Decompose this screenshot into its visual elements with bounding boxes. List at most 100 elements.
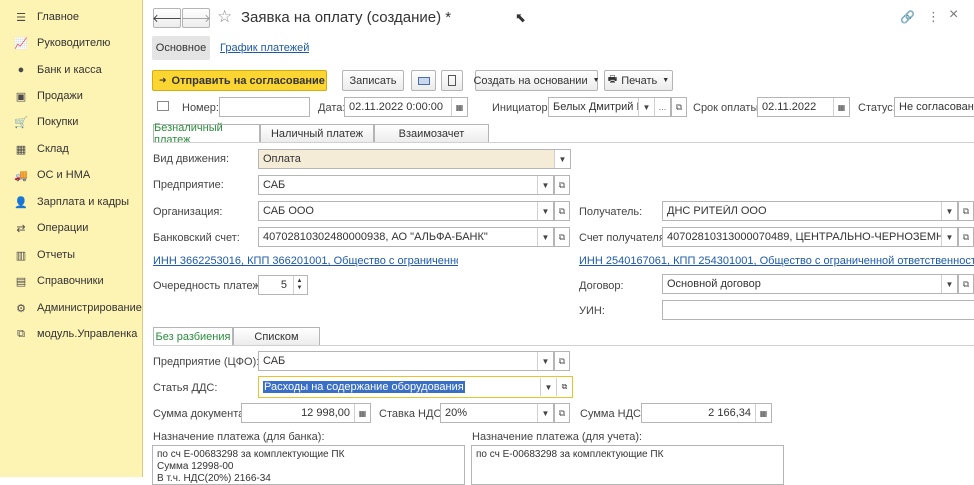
open-icon[interactable]: ⧉ xyxy=(556,378,572,396)
sidebar-item-sales[interactable]: ▣ Продажи xyxy=(0,85,143,107)
sidebar-item-label: Операции xyxy=(37,222,89,234)
stepper-icon[interactable]: ▲ ▼ xyxy=(293,276,305,294)
number-field[interactable] xyxy=(219,97,310,117)
recipient-label: Получатель: xyxy=(579,206,643,218)
chevron-down-icon[interactable]: ▼ xyxy=(638,98,654,116)
print-button[interactable]: 🖶 Печать ▼ xyxy=(604,70,673,91)
open-icon[interactable]: ⧉ xyxy=(554,227,570,247)
sidebar-item-main[interactable]: ☰ Главное xyxy=(0,6,143,28)
sidebar-item-warehouse[interactable]: ▦ Склад xyxy=(0,138,143,160)
open-icon[interactable]: ⧉ xyxy=(958,274,974,294)
tab-main[interactable]: Основное xyxy=(152,36,210,60)
chevron-down-icon: ▼ xyxy=(662,77,670,84)
open-icon[interactable]: ⧉ xyxy=(958,201,974,221)
enterprise-value: САБ xyxy=(263,179,286,191)
star-icon[interactable]: ☆ xyxy=(217,7,232,27)
chevron-down-icon[interactable]: ▼ xyxy=(537,202,553,220)
calendar-icon[interactable]: ▦ xyxy=(451,98,467,116)
recipient-field[interactable]: ДНС РИТЕЙЛ ООО ▼ xyxy=(662,201,958,221)
sidebar-item-purchases[interactable]: 🛒 Покупки xyxy=(0,111,143,133)
more-icon[interactable]: ⋮ xyxy=(927,9,940,25)
contract-field[interactable]: Основной договор ▼ xyxy=(662,274,958,294)
enterprise-field[interactable]: САБ ▼ xyxy=(258,175,554,195)
open-icon[interactable]: ⧉ xyxy=(554,351,570,371)
tab-no-split[interactable]: Без разбиения xyxy=(153,327,233,346)
close-icon[interactable]: × xyxy=(949,6,958,24)
dds-item-field[interactable]: Расходы на содержание оборудования ▼ ⧉ xyxy=(258,376,573,398)
tab-no-split-label: Без разбиения xyxy=(155,330,231,343)
sidebar-item-references[interactable]: ▤ Справочники xyxy=(0,270,143,292)
tab-cash-label: Наличный платеж xyxy=(270,127,364,140)
calculator-icon[interactable]: ▦ xyxy=(755,404,771,422)
save-button[interactable]: Записать xyxy=(342,70,404,91)
purpose-accounting-textarea[interactable]: по сч Е-00683298 за комплектующие ПК xyxy=(471,445,784,485)
tab-list[interactable]: Списком xyxy=(233,327,320,346)
calendar-icon[interactable]: ▦ xyxy=(833,98,849,116)
bank-account-label: Банковский счет: xyxy=(153,232,240,244)
calculator-icon[interactable]: ▦ xyxy=(354,404,370,422)
enterprise-label: Предприятие: xyxy=(153,179,224,191)
forward-button[interactable]: 🡒 xyxy=(181,8,211,28)
posting-button[interactable] xyxy=(411,70,436,91)
purpose-bank-line: по сч Е-00683298 за комплектующие ПК xyxy=(157,449,345,460)
back-button[interactable]: 🡐 xyxy=(152,8,182,28)
sidebar-item-module[interactable]: ⧉ модуль.Управленка xyxy=(0,323,143,345)
tab-netting[interactable]: Взаимозачет xyxy=(374,124,489,143)
recipient-account-field[interactable]: 40702810313000070489, ЦЕНТРАЛЬНО-ЧЕРНОЗЕ… xyxy=(662,227,958,247)
due-date-field[interactable]: 02.11.2022 ▦ xyxy=(757,97,850,117)
sidebar-item-bank[interactable]: ● Банк и касса xyxy=(0,59,143,81)
tab-cashless[interactable]: Безналичный платеж xyxy=(153,122,260,146)
organization-details-link[interactable]: ИНН 3662253016, КПП 366201001, Общество … xyxy=(153,255,458,267)
sidebar-item-operations[interactable]: ⇄ Операции xyxy=(0,217,143,239)
chevron-down-icon[interactable]: ▼ xyxy=(941,275,957,293)
save-label: Записать xyxy=(349,74,397,87)
link-icon[interactable]: 🔗 xyxy=(900,10,915,24)
date-field[interactable]: 02.11.2022 0:00:00 ▦ xyxy=(344,97,468,117)
bank-account-field[interactable]: 40702810302480000938, АО "АЛЬФА-БАНК" ▼ xyxy=(258,227,554,247)
report-button[interactable] xyxy=(441,70,463,91)
ellipsis-icon[interactable]: … xyxy=(654,98,670,116)
create-based-on-button[interactable]: Создать на основании ▼ xyxy=(473,70,600,91)
chevron-down-icon[interactable]: ▼ xyxy=(554,150,570,168)
uin-field[interactable] xyxy=(662,300,974,320)
open-icon[interactable]: ⧉ xyxy=(671,97,687,117)
initiator-field[interactable]: Белых Дмитрий Ю ▼ … xyxy=(548,97,671,117)
arrow-right-icon: 🡒 xyxy=(181,13,211,25)
tab-cash[interactable]: Наличный платеж xyxy=(260,124,374,143)
open-icon[interactable]: ⧉ xyxy=(554,201,570,221)
chevron-down-icon[interactable]: ▼ xyxy=(537,228,553,246)
chevron-down-icon[interactable]: ▼ xyxy=(941,202,957,220)
chevron-down-icon[interactable]: ▼ xyxy=(540,378,556,396)
recipient-details-link[interactable]: ИНН 2540167061, КПП 254301001, Общество … xyxy=(579,255,974,267)
organization-field[interactable]: САБ ООО ▼ xyxy=(258,201,554,221)
sidebar-item-admin[interactable]: ⚙ Администрирование xyxy=(0,297,143,319)
movement-type-field[interactable]: Оплата ▼ xyxy=(258,149,571,169)
sidebar-item-salary[interactable]: 👤 Зарплата и кадры xyxy=(0,191,143,213)
open-icon[interactable]: ⧉ xyxy=(554,403,570,423)
chevron-down-icon[interactable]: ▼ xyxy=(537,352,553,370)
vat-rate-field[interactable]: 20% ▼ xyxy=(440,403,554,423)
chevron-down-icon[interactable]: ▼ xyxy=(537,404,553,422)
cfo-field[interactable]: САБ ▼ xyxy=(258,351,554,371)
warehouse-icon: ▦ xyxy=(15,143,27,156)
tab-payment-schedule[interactable]: График платежей xyxy=(220,42,309,54)
chevron-down-icon[interactable]: ▼ xyxy=(537,176,553,194)
chevron-down-icon[interactable]: ▼ xyxy=(941,228,957,246)
open-icon[interactable]: ⧉ xyxy=(554,175,570,195)
date-value: 02.11.2022 0:00:00 xyxy=(349,101,443,113)
vat-sum-field[interactable]: 2 166,34 ▦ xyxy=(641,403,772,423)
payment-priority-field[interactable]: 5 ▲ ▼ xyxy=(258,275,308,295)
doc-sum-value: 12 998,00 xyxy=(301,407,350,419)
doc-sum-field[interactable]: 12 998,00 ▦ xyxy=(241,403,371,423)
sidebar-item-label: Банк и касса xyxy=(37,64,102,76)
purpose-bank-line: В т.ч. НДС(20%) 2166-34 xyxy=(157,473,271,484)
purpose-bank-textarea[interactable]: по сч Е-00683298 за комплектующие ПК Сум… xyxy=(152,445,465,485)
sidebar-item-manager[interactable]: 📈 Руководителю xyxy=(0,32,143,54)
send-for-approval-button[interactable]: ➜ Отправить на согласование xyxy=(152,70,327,91)
status-field[interactable]: Не согласовано xyxy=(894,97,974,117)
movement-type-label: Вид движения: xyxy=(153,153,230,165)
open-icon[interactable]: ⧉ xyxy=(958,227,974,247)
sidebar-item-assets[interactable]: 🚚 ОС и НМА xyxy=(0,164,143,186)
sidebar-item-reports[interactable]: ▥ Отчеты xyxy=(0,244,143,266)
vat-sum-value: 2 166,34 xyxy=(708,407,751,419)
